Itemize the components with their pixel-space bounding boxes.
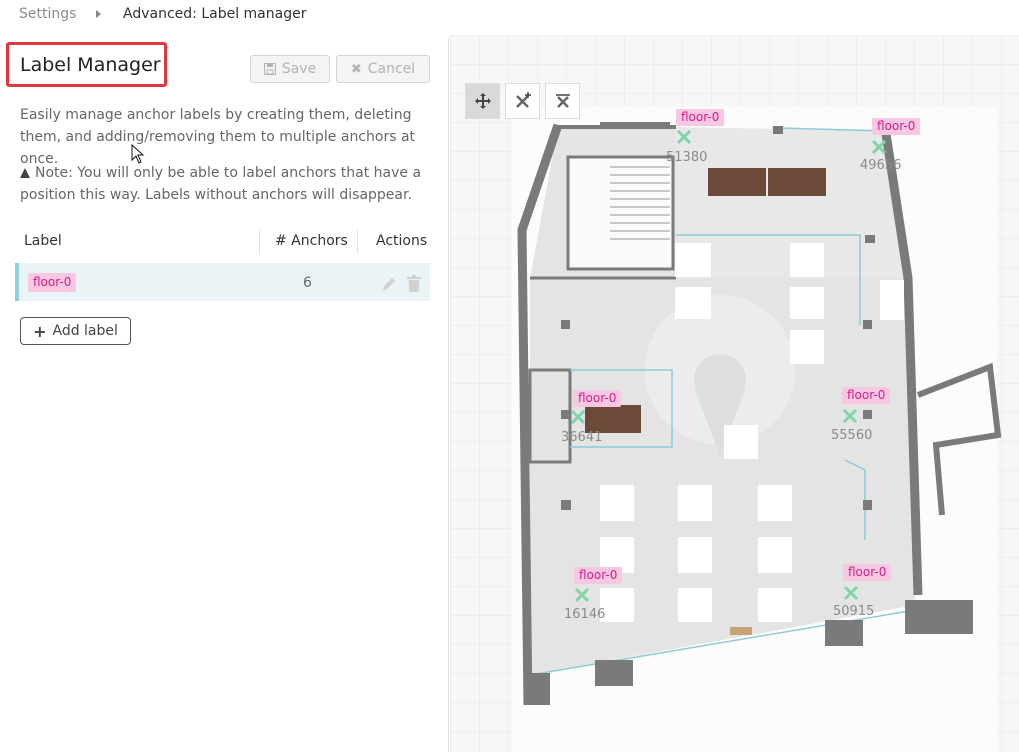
plus-icon: + [33, 321, 47, 341]
column-header-anchors: # Anchors [275, 233, 348, 249]
anchor-id: 50915 [833, 604, 875, 619]
note-text: Note: You will only be able to label anc… [20, 165, 422, 203]
anchor-label: floor-0 [573, 390, 622, 407]
close-icon: ✖ [350, 61, 362, 77]
move-tool-button[interactable] [465, 83, 500, 119]
floor-map[interactable]: floor-0 51380 floor-0 49656 floor-0 3664… [450, 35, 1019, 752]
table-row[interactable] [15, 263, 430, 301]
floor-plan [517, 122, 1002, 706]
anchor-icon[interactable] [574, 587, 590, 603]
anchor-id: 36641 [561, 430, 603, 445]
add-anchor-icon [515, 92, 531, 108]
mouse-cursor-icon [131, 144, 145, 164]
label-tag: floor-0 [28, 273, 77, 292]
note: Note: You will only be able to label anc… [20, 162, 435, 206]
page-title: Label Manager [20, 54, 161, 76]
description: Easily manage anchor labels by creating … [20, 107, 416, 167]
anchor-icon[interactable] [843, 585, 859, 601]
breadcrumb-settings[interactable]: Settings [19, 6, 76, 22]
pencil-icon[interactable] [381, 276, 397, 292]
anchor-id: 51380 [666, 150, 708, 165]
chevron-right-icon [96, 10, 101, 18]
column-header-actions: Actions [376, 233, 428, 249]
save-button[interactable]: Save [250, 55, 330, 83]
remove-anchor-tool-button[interactable] [545, 83, 580, 119]
column-divider [357, 230, 358, 254]
column-divider [259, 230, 260, 254]
anchor-label: floor-0 [843, 564, 892, 581]
anchor-label: floor-0 [842, 387, 891, 404]
anchor-icon[interactable] [570, 409, 586, 425]
trash-icon[interactable] [407, 275, 421, 292]
remove-anchor-icon [555, 94, 570, 108]
add-label-button[interactable]: + Add label [20, 317, 131, 345]
add-anchor-tool-button[interactable] [505, 83, 540, 119]
anchor-id: 16146 [564, 607, 606, 622]
anchor-id: 55560 [831, 428, 873, 443]
breadcrumb-current: Advanced: Label manager [123, 6, 307, 22]
anchor-label: floor-0 [872, 118, 921, 135]
column-header-label: Label [24, 233, 62, 249]
anchor-label: floor-0 [574, 567, 623, 584]
anchor-icon[interactable] [676, 129, 692, 145]
warning-icon [20, 168, 30, 178]
add-label-text: Add label [52, 323, 118, 339]
anchor-icon[interactable] [871, 139, 887, 155]
cancel-label: Cancel [367, 61, 416, 77]
breadcrumb: Settings Advanced: Label manager [0, 0, 1019, 30]
anchor-label: floor-0 [676, 109, 725, 126]
move-icon [474, 93, 491, 109]
anchor-id: 49656 [860, 158, 902, 173]
cancel-button[interactable]: ✖ Cancel [336, 55, 430, 83]
save-label: Save [281, 61, 317, 77]
anchor-count: 6 [303, 275, 312, 291]
anchor-icon[interactable] [842, 408, 858, 424]
floppy-icon [263, 63, 276, 75]
